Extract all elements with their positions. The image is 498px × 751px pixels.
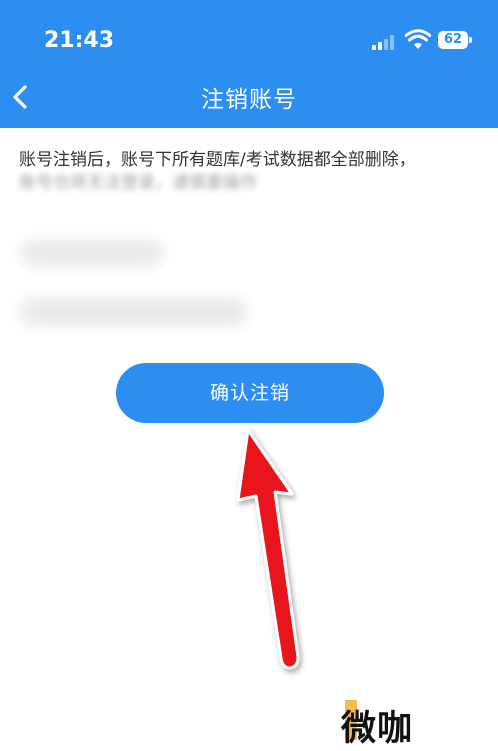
notice-text-obscured: 账号也将无法登录，请慎重操作	[19, 173, 257, 190]
battery-icon: 62	[438, 31, 474, 49]
header: 21:43 62 注销账号	[0, 0, 498, 128]
page-title: 注销账号	[201, 87, 297, 113]
wifi-icon	[405, 29, 431, 49]
watermark: 微咖	[341, 709, 414, 749]
blurred-content	[22, 240, 162, 266]
status-time: 21:43	[44, 28, 115, 53]
signal-icon	[372, 35, 398, 50]
confirm-cancel-account-button[interactable]: 确认注销	[116, 363, 384, 423]
blurred-content	[22, 298, 246, 326]
battery-level: 62	[443, 32, 463, 47]
